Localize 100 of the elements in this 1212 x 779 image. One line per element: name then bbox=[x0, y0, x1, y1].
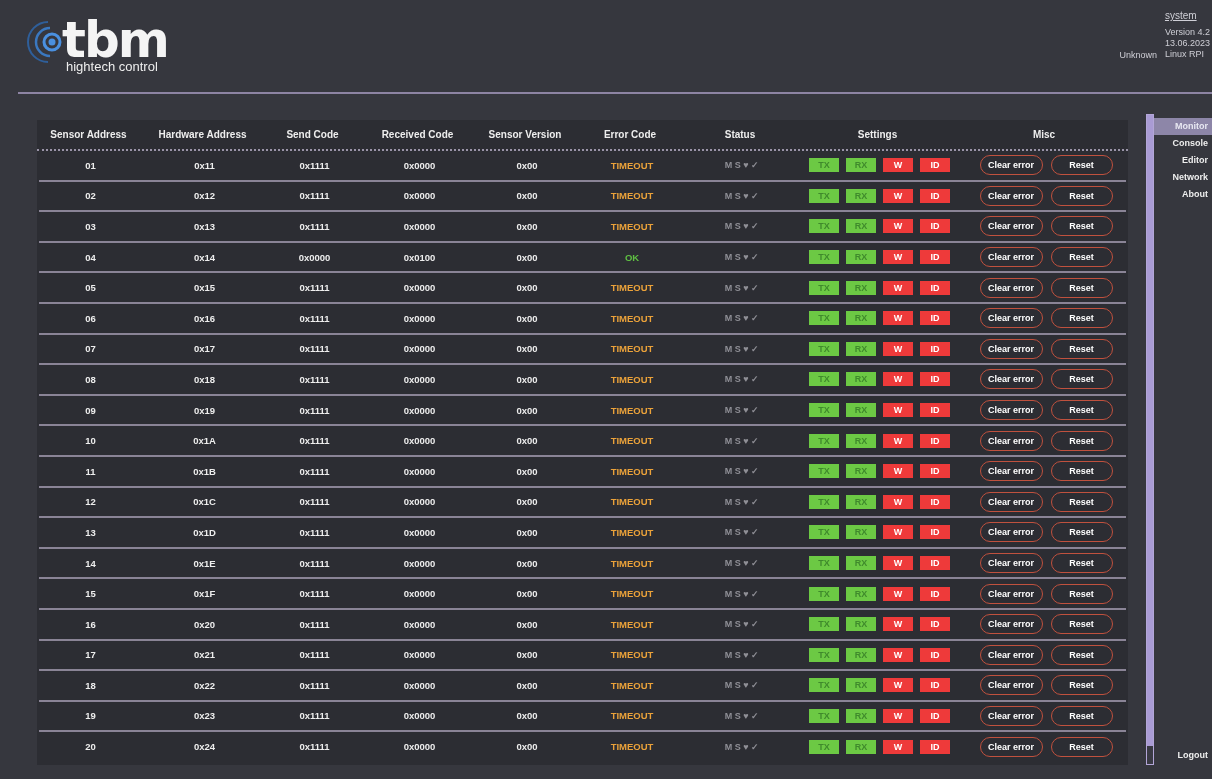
setting-toggle[interactable]: RX bbox=[846, 647, 876, 662]
setting-toggle[interactable]: TX bbox=[809, 188, 839, 203]
setting-toggle[interactable]: W bbox=[883, 433, 913, 448]
setting-toggle[interactable]: TX bbox=[809, 219, 839, 234]
setting-toggle[interactable]: TX bbox=[809, 678, 839, 693]
reset-button[interactable]: Reset bbox=[1050, 430, 1113, 451]
clear-error-button[interactable]: Clear error bbox=[979, 247, 1043, 268]
setting-toggle[interactable]: RX bbox=[846, 525, 876, 540]
setting-toggle[interactable]: TX bbox=[809, 586, 839, 601]
setting-toggle[interactable]: ID bbox=[920, 311, 950, 326]
setting-toggle[interactable]: RX bbox=[846, 188, 876, 203]
setting-toggle[interactable]: TX bbox=[809, 525, 839, 540]
setting-toggle[interactable]: TX bbox=[809, 647, 839, 662]
setting-toggle[interactable]: W bbox=[883, 678, 913, 693]
scrollbar[interactable] bbox=[1146, 114, 1154, 765]
reset-button[interactable]: Reset bbox=[1050, 308, 1113, 329]
setting-toggle[interactable]: W bbox=[883, 525, 913, 540]
reset-button[interactable]: Reset bbox=[1050, 277, 1113, 298]
setting-toggle[interactable]: W bbox=[883, 647, 913, 662]
reset-button[interactable]: Reset bbox=[1050, 522, 1113, 543]
clear-error-button[interactable]: Clear error bbox=[979, 491, 1043, 512]
reset-button[interactable]: Reset bbox=[1050, 185, 1113, 206]
setting-toggle[interactable]: ID bbox=[920, 494, 950, 509]
setting-toggle[interactable]: ID bbox=[920, 586, 950, 601]
setting-toggle[interactable]: ID bbox=[920, 678, 950, 693]
reset-button[interactable]: Reset bbox=[1050, 400, 1113, 421]
reset-button[interactable]: Reset bbox=[1050, 155, 1113, 176]
reset-button[interactable]: Reset bbox=[1050, 461, 1113, 482]
setting-toggle[interactable]: ID bbox=[920, 403, 950, 418]
setting-toggle[interactable]: TX bbox=[809, 341, 839, 356]
setting-toggle[interactable]: RX bbox=[846, 556, 876, 570]
setting-toggle[interactable]: RX bbox=[846, 464, 876, 479]
setting-toggle[interactable]: RX bbox=[846, 403, 876, 418]
reset-button[interactable]: Reset bbox=[1050, 614, 1113, 635]
clear-error-button[interactable]: Clear error bbox=[979, 706, 1043, 726]
setting-toggle[interactable]: W bbox=[883, 494, 913, 509]
nav-item[interactable]: Editor bbox=[1154, 152, 1212, 169]
clear-error-button[interactable]: Clear error bbox=[979, 400, 1043, 421]
reset-button[interactable]: Reset bbox=[1050, 369, 1113, 390]
clear-error-button[interactable]: Clear error bbox=[979, 216, 1043, 237]
setting-toggle[interactable]: W bbox=[883, 617, 913, 632]
setting-toggle[interactable]: TX bbox=[809, 617, 839, 632]
clear-error-button[interactable]: Clear error bbox=[979, 583, 1043, 604]
clear-error-button[interactable]: Clear error bbox=[979, 675, 1043, 696]
clear-error-button[interactable]: Clear error bbox=[979, 277, 1043, 298]
reset-button[interactable]: Reset bbox=[1050, 553, 1113, 573]
setting-toggle[interactable]: RX bbox=[846, 158, 876, 173]
system-link[interactable]: system bbox=[1164, 10, 1197, 21]
setting-toggle[interactable]: W bbox=[883, 219, 913, 234]
reset-button[interactable]: Reset bbox=[1050, 583, 1113, 604]
setting-toggle[interactable]: RX bbox=[846, 678, 876, 693]
setting-toggle[interactable]: TX bbox=[809, 250, 839, 265]
setting-toggle[interactable]: TX bbox=[809, 709, 839, 723]
setting-toggle[interactable]: W bbox=[883, 709, 913, 723]
setting-toggle[interactable]: ID bbox=[920, 280, 950, 295]
nav-item[interactable]: About bbox=[1154, 186, 1212, 203]
setting-toggle[interactable]: W bbox=[883, 280, 913, 295]
setting-toggle[interactable]: W bbox=[883, 586, 913, 601]
nav-item[interactable]: Monitor bbox=[1154, 118, 1212, 135]
setting-toggle[interactable]: RX bbox=[846, 433, 876, 448]
setting-toggle[interactable]: W bbox=[883, 250, 913, 265]
clear-error-button[interactable]: Clear error bbox=[979, 461, 1043, 482]
setting-toggle[interactable]: ID bbox=[920, 739, 950, 754]
setting-toggle[interactable]: W bbox=[883, 372, 913, 387]
setting-toggle[interactable]: RX bbox=[846, 494, 876, 509]
nav-item[interactable]: Network bbox=[1154, 169, 1212, 186]
clear-error-button[interactable]: Clear error bbox=[979, 155, 1043, 176]
setting-toggle[interactable]: ID bbox=[920, 647, 950, 662]
nav-item[interactable]: Console bbox=[1154, 135, 1212, 152]
setting-toggle[interactable]: W bbox=[883, 158, 913, 173]
clear-error-button[interactable]: Clear error bbox=[979, 553, 1043, 573]
setting-toggle[interactable]: W bbox=[883, 311, 913, 326]
setting-toggle[interactable]: TX bbox=[809, 158, 839, 173]
setting-toggle[interactable]: W bbox=[883, 556, 913, 570]
clear-error-button[interactable]: Clear error bbox=[979, 369, 1043, 390]
setting-toggle[interactable]: W bbox=[883, 739, 913, 754]
setting-toggle[interactable]: RX bbox=[846, 617, 876, 632]
reset-button[interactable]: Reset bbox=[1050, 675, 1113, 696]
setting-toggle[interactable]: TX bbox=[809, 464, 839, 479]
reset-button[interactable]: Reset bbox=[1050, 736, 1113, 757]
setting-toggle[interactable]: RX bbox=[846, 739, 876, 754]
setting-toggle[interactable]: ID bbox=[920, 525, 950, 540]
setting-toggle[interactable]: W bbox=[883, 341, 913, 356]
setting-toggle[interactable]: W bbox=[883, 464, 913, 479]
reset-button[interactable]: Reset bbox=[1050, 338, 1113, 359]
setting-toggle[interactable]: RX bbox=[846, 709, 876, 723]
reset-button[interactable]: Reset bbox=[1050, 706, 1113, 726]
setting-toggle[interactable]: ID bbox=[920, 433, 950, 448]
setting-toggle[interactable]: ID bbox=[920, 250, 950, 265]
setting-toggle[interactable]: ID bbox=[920, 219, 950, 234]
setting-toggle[interactable]: TX bbox=[809, 556, 839, 570]
reset-button[interactable]: Reset bbox=[1050, 247, 1113, 268]
setting-toggle[interactable]: TX bbox=[809, 311, 839, 326]
setting-toggle[interactable]: RX bbox=[846, 250, 876, 265]
setting-toggle[interactable]: RX bbox=[846, 311, 876, 326]
setting-toggle[interactable]: RX bbox=[846, 586, 876, 601]
setting-toggle[interactable]: ID bbox=[920, 188, 950, 203]
setting-toggle[interactable]: ID bbox=[920, 158, 950, 173]
setting-toggle[interactable]: ID bbox=[920, 464, 950, 479]
reset-button[interactable]: Reset bbox=[1050, 491, 1113, 512]
